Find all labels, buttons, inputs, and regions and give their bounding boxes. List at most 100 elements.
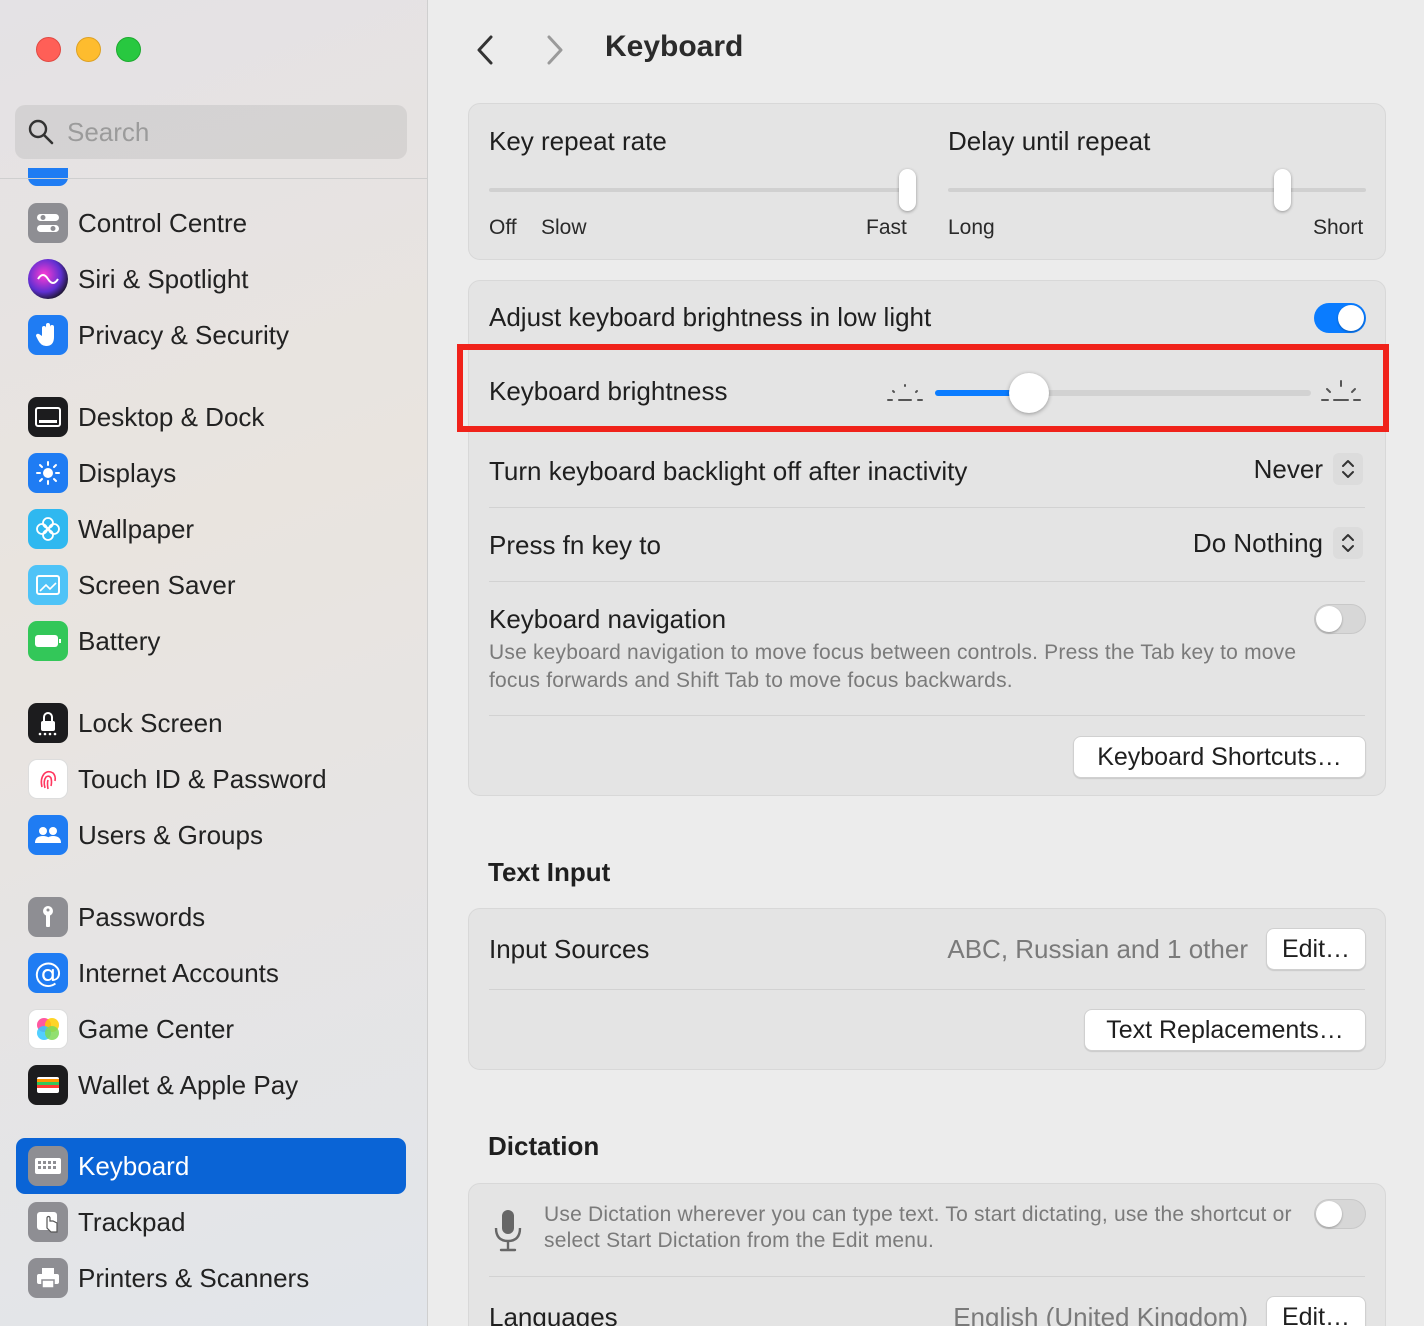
keyboard-navigation-description: Use keyboard navigation to move focus be… [489, 641, 1297, 692]
sidebar-item-screen-saver[interactable]: Screen Saver [16, 557, 406, 613]
sidebar-item-siri-spotlight[interactable]: Siri & Spotlight [16, 251, 406, 307]
delay-repeat-track [948, 188, 1366, 192]
sidebar-item-printers-scanners[interactable]: Printers & Scanners [16, 1250, 406, 1306]
adjust-brightness-label: Adjust keyboard brightness in low light [489, 302, 932, 332]
search-field[interactable] [15, 105, 407, 159]
sidebar: Control Centre Siri & Spotlight Privacy … [0, 0, 428, 1326]
sidebar-item-internet-accounts[interactable]: @ Internet Accounts [16, 945, 406, 1001]
sidebar-item-privacy-security[interactable]: Privacy & Security [16, 307, 406, 363]
toggle-knob [1316, 606, 1342, 632]
microphone-icon [494, 1210, 522, 1252]
sidebar-item-label: Wallpaper [78, 513, 195, 544]
sidebar-item-label: Passwords [78, 901, 206, 932]
main-pane: Keyboard Key repeat rate Delay until rep… [429, 0, 1424, 1326]
scrolled-item-icon [28, 168, 68, 186]
sidebar-item-label: Privacy & Security [78, 319, 289, 350]
sidebar-item-wallet[interactable]: Wallet & Apple Pay [16, 1057, 406, 1113]
up-down-chevron-icon [1333, 527, 1363, 559]
key-repeat-track [489, 188, 907, 192]
fn-key-label: Press fn key to [489, 530, 661, 560]
input-sources-label: Input Sources [489, 934, 650, 964]
sidebar-divider [0, 178, 427, 179]
dictation-card: Use Dictation wherever you can type text… [468, 1183, 1386, 1326]
toggle-knob [1316, 1201, 1342, 1227]
sidebar-item-desktop-dock[interactable]: Desktop & Dock [16, 389, 406, 445]
search-input[interactable] [67, 116, 387, 148]
sidebar-item-trackpad[interactable]: Trackpad [16, 1194, 406, 1250]
users-icon [28, 815, 68, 855]
sidebar-item-keyboard[interactable]: Keyboard [16, 1138, 406, 1194]
sidebar-item-touch-id[interactable]: Touch ID & Password [16, 751, 406, 807]
sidebar-item-label: Printers & Scanners [78, 1262, 310, 1293]
key-repeat-knob[interactable] [898, 169, 916, 211]
sidebar-item-label: Displays [78, 457, 177, 488]
sun-icon [28, 453, 68, 493]
sidebar-item-lock-screen[interactable]: Lock Screen [16, 695, 406, 751]
dictation-title: Dictation [488, 1131, 600, 1161]
page-title: Keyboard [605, 30, 744, 63]
chevron-right-icon [547, 35, 563, 65]
toggle-knob [1338, 305, 1364, 331]
delay-repeat-short-label: Short [1313, 216, 1364, 239]
fn-key-popup[interactable]: Do Nothing [1193, 527, 1363, 559]
flower-icon [28, 509, 68, 549]
text-input-card: Input Sources ABC, Russian and 1 other E… [468, 908, 1386, 1070]
battery-icon [28, 621, 68, 661]
sidebar-item-users-groups[interactable]: Users & Groups [16, 807, 406, 863]
at-icon: @ [28, 953, 68, 993]
sidebar-item-label: Game Center [78, 1013, 235, 1044]
sidebar-item-control-centre[interactable]: Control Centre [16, 195, 406, 251]
input-sources-edit-button[interactable]: Edit… [1266, 928, 1366, 970]
backlight-off-label: Turn keyboard backlight off after inacti… [489, 456, 968, 486]
sidebar-item-label: Desktop & Dock [78, 401, 265, 432]
sidebar-item-label: Lock Screen [78, 707, 223, 738]
window-controls [36, 37, 141, 62]
adjust-brightness-toggle[interactable] [1314, 303, 1366, 333]
languages-edit-button[interactable]: Edit… [1266, 1296, 1366, 1326]
sidebar-item-label: Keyboard [78, 1150, 190, 1181]
sidebar-item-label: Touch ID & Password [78, 763, 327, 794]
sidebar-item-displays[interactable]: Displays [16, 445, 406, 501]
key-repeat-slider[interactable] [469, 104, 919, 302]
forward-button[interactable] [537, 30, 573, 70]
sidebar-item-label: Screen Saver [78, 569, 236, 600]
sidebar-item-passwords[interactable]: Passwords [16, 889, 406, 945]
dock-icon [28, 397, 68, 437]
keyboard-navigation-toggle[interactable] [1314, 604, 1366, 634]
minimize-window-button[interactable] [76, 37, 101, 62]
close-window-button[interactable] [36, 37, 61, 62]
languages-label: Languages [489, 1302, 618, 1326]
search-icon [28, 119, 54, 145]
wallet-icon [28, 1065, 68, 1105]
sidebar-item-battery[interactable]: Battery [16, 613, 406, 669]
keyboard-shortcuts-button[interactable]: Keyboard Shortcuts… [1073, 736, 1366, 778]
key-repeat-card: Key repeat rate Delay until repeat Off S… [468, 103, 1386, 302]
row-separator [489, 1276, 1365, 1277]
sidebar-item-label: Control Centre [78, 207, 248, 238]
row-separator [489, 507, 1365, 508]
delay-repeat-knob[interactable] [1273, 169, 1291, 211]
key-icon [28, 897, 68, 937]
chevron-left-icon [477, 35, 493, 65]
sidebar-item-game-center[interactable]: Game Center [16, 1001, 406, 1057]
languages-value: English (United Kingdom) [953, 1302, 1248, 1326]
trackpad-icon [28, 1202, 68, 1242]
sidebar-item-label: Siri & Spotlight [78, 263, 249, 294]
backlight-off-popup[interactable]: Never [1254, 453, 1363, 485]
lock-icon [28, 703, 68, 743]
zoom-window-button[interactable] [116, 37, 141, 62]
keyboard-icon [28, 1146, 68, 1186]
keyboard-navigation-label: Keyboard navigation [489, 604, 727, 634]
text-replacements-button[interactable]: Text Replacements… [1084, 1009, 1366, 1051]
printer-icon [28, 1258, 68, 1298]
control-centre-icon [28, 203, 68, 243]
hand-icon [28, 315, 68, 355]
back-button[interactable] [467, 30, 503, 70]
sidebar-item-label: Wallet & Apple Pay [78, 1069, 299, 1100]
sidebar-item-label: Users & Groups [78, 819, 263, 850]
highlight-annotation [457, 344, 1389, 432]
dictation-toggle[interactable] [1314, 1199, 1366, 1229]
sidebar-item-wallpaper[interactable]: Wallpaper [16, 501, 406, 557]
game-center-icon [28, 1009, 68, 1049]
row-separator [489, 581, 1365, 582]
